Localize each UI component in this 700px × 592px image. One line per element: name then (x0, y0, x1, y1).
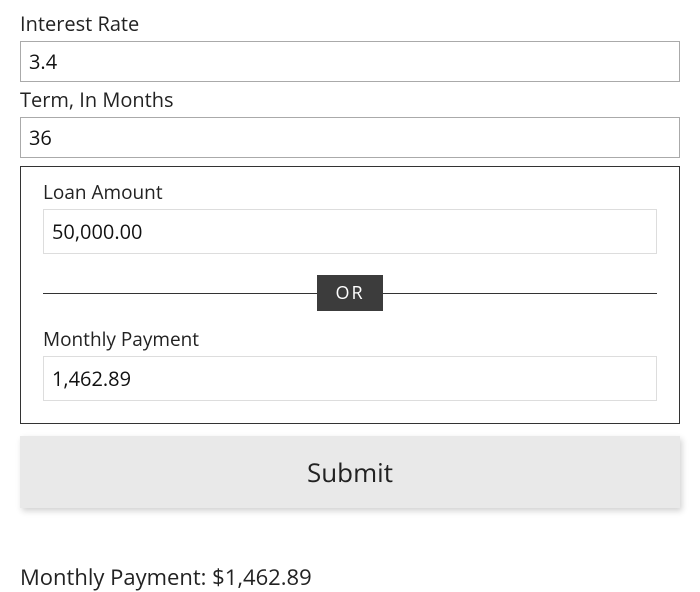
result-text: Monthly Payment: $1,462.89 (20, 562, 680, 592)
term-group: Term, In Months (20, 86, 680, 158)
interest-rate-input[interactable] (20, 41, 680, 82)
or-divider: OR (43, 278, 657, 308)
submit-button[interactable]: Submit (20, 436, 680, 508)
monthly-payment-group: Monthly Payment (43, 326, 657, 401)
interest-rate-label: Interest Rate (20, 10, 680, 37)
loan-amount-label: Loan Amount (43, 179, 657, 205)
loan-or-payment-section: Loan Amount OR Monthly Payment (20, 166, 680, 424)
monthly-payment-input[interactable] (43, 356, 657, 401)
interest-rate-group: Interest Rate (20, 10, 680, 82)
monthly-payment-label: Monthly Payment (43, 326, 657, 352)
divider-label: OR (317, 275, 382, 311)
term-input[interactable] (20, 117, 680, 158)
term-label: Term, In Months (20, 86, 680, 113)
loan-amount-group: Loan Amount (43, 179, 657, 254)
loan-amount-input[interactable] (43, 209, 657, 254)
